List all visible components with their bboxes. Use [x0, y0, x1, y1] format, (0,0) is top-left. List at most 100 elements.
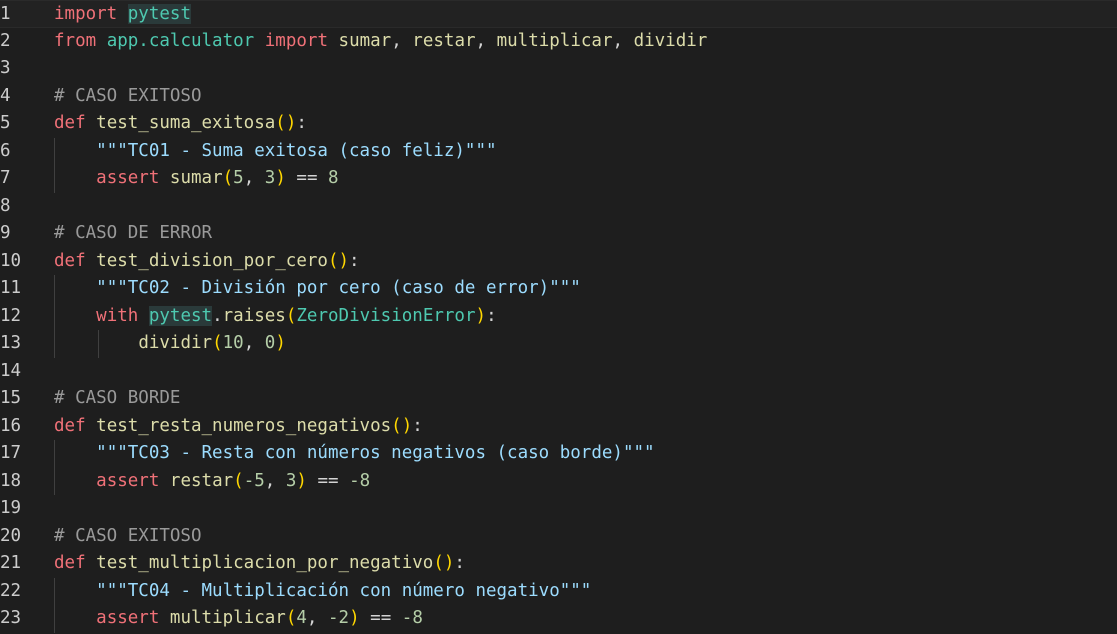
code-line[interactable]: 17 """TC03 - Resta con números negativos…	[0, 440, 1117, 468]
indent-guide	[54, 330, 55, 358]
line-content: def test_suma_exitosa():	[54, 110, 307, 138]
code-token: assert	[96, 168, 160, 188]
code-token: ()	[327, 250, 350, 271]
indent-guide	[54, 605, 55, 633]
line-number: 13	[0, 333, 22, 353]
code-line[interactable]: 10 def test_division_por_cero():	[0, 248, 1117, 276]
line-number: 18	[0, 470, 22, 491]
code-line[interactable]: 23 assert multiplicar(4, -2) == -8	[0, 605, 1117, 633]
code-line[interactable]: 5 def test_suma_exitosa():	[0, 110, 1117, 138]
indent-guide	[54, 165, 55, 193]
code-line[interactable]: 19	[0, 495, 1117, 523]
line-number: 7	[0, 168, 11, 188]
code-token: assert	[96, 470, 160, 491]
code-token: ,	[475, 30, 497, 51]
line-content: assert restar(-5, 3) == -8	[54, 467, 370, 495]
indent-guide	[54, 467, 55, 495]
code-line[interactable]: 18 assert restar(-5, 3) == -8	[0, 467, 1117, 495]
line-content: """TC02 - División por cero (caso de err…	[54, 275, 581, 303]
code-token: ,	[612, 30, 634, 51]
code-line[interactable]: 6 """TC01 - Suma exitosa (caso feliz)"""	[0, 137, 1117, 165]
code-line[interactable]: 16 def test_resta_numeros_negativos():	[0, 413, 1117, 441]
code-line[interactable]: 12 with pytest.raises(ZeroDivisionError)…	[0, 302, 1117, 330]
indent-guide	[54, 440, 55, 468]
line-content: # CASO EXITOSO	[54, 523, 202, 551]
code-token: # CASO EXITOSO	[54, 525, 202, 546]
code-line[interactable]: 3	[0, 55, 1117, 83]
code-line[interactable]: 14	[0, 358, 1117, 386]
code-token: 5	[233, 168, 244, 188]
line-number: 17	[0, 443, 22, 463]
code-token: pytest	[127, 4, 191, 24]
indent-guide	[54, 275, 55, 303]
code-line[interactable]: 11 """TC02 - División por cero (caso de …	[0, 275, 1117, 303]
line-content: assert sumar(5, 3) == 8	[54, 165, 339, 193]
code-line[interactable]: 13 dividir(10, 0)	[0, 330, 1117, 358]
code-token: def	[54, 250, 86, 271]
code-editor[interactable]: 1 import pytest 2 from app.calculator impor…	[0, 0, 1117, 634]
code-token: 4	[296, 608, 307, 628]
line-number: 8	[0, 195, 11, 216]
code-token: sumar	[338, 30, 392, 51]
line-number: 10	[0, 250, 22, 271]
line-content: """TC01 - Suma exitosa (caso feliz)"""	[54, 137, 497, 165]
line-content: """TC03 - Resta con números negativos (c…	[54, 440, 655, 468]
indent-guide	[98, 330, 99, 358]
code-token: """TC03 - Resta con números negativos (c…	[96, 443, 655, 463]
code-line[interactable]: 20 # CASO EXITOSO	[0, 523, 1117, 551]
code-token: 3	[285, 470, 297, 491]
line-number: 3	[0, 58, 11, 78]
code-token: app.calculator	[106, 30, 255, 51]
line-number: 2	[0, 30, 11, 51]
code-line[interactable]: 22 """TC04 - Multiplicación con número n…	[0, 577, 1117, 605]
code-token: (	[212, 333, 223, 353]
code-token: """TC04 - Multiplicación con número nega…	[96, 580, 592, 601]
line-content: """TC04 - Multiplicación con número nega…	[54, 577, 592, 605]
code-token: ,	[264, 470, 286, 491]
code-token: 0	[264, 333, 276, 353]
code-token: ,	[243, 168, 265, 188]
code-token: test_suma_exitosa	[96, 113, 276, 133]
code-line[interactable]: 15 # CASO BORDE	[0, 385, 1117, 413]
code-line[interactable]: 4 # CASO EXITOSO	[0, 83, 1117, 111]
code-token: -5	[243, 470, 265, 491]
line-number: 19	[0, 498, 22, 518]
code-token: -2	[328, 608, 350, 628]
code-token: from	[54, 30, 97, 51]
code-token: ==	[285, 168, 329, 188]
code-line[interactable]: 21 def test_multiplicacion_por_negativo()…	[0, 550, 1117, 578]
indent-guide	[54, 577, 55, 605]
code-token: ==	[306, 470, 350, 491]
code-line[interactable]: 7 assert sumar(5, 3) == 8	[0, 165, 1117, 193]
code-token: (	[222, 168, 234, 188]
code-line[interactable]: 1 import pytest	[0, 0, 1117, 28]
code-token: )	[275, 168, 286, 188]
code-line[interactable]: 9 # CASO DE ERROR	[0, 220, 1117, 248]
code-token: restar	[169, 470, 234, 491]
code-token: """TC02 - División por cero (caso de err…	[96, 278, 581, 298]
code-line[interactable]: 8	[0, 193, 1117, 221]
code-token: )	[349, 608, 360, 628]
code-token: (	[233, 470, 244, 491]
code-token: 8	[328, 168, 339, 188]
code-token: # CASO DE ERROR	[54, 223, 213, 243]
line-number: 12	[0, 305, 22, 326]
line-number: 6	[0, 140, 11, 161]
code-token: )	[275, 333, 286, 353]
code-token: restar	[412, 30, 476, 51]
line-number: 23	[0, 608, 22, 628]
code-token: ==	[359, 608, 402, 628]
code-token: :	[296, 113, 307, 133]
line-content: from app.calculator import sumar, restar…	[54, 28, 707, 56]
code-token: )	[296, 470, 307, 491]
code-line[interactable]: 2 from app.calculator import sumar, resta…	[0, 28, 1117, 56]
